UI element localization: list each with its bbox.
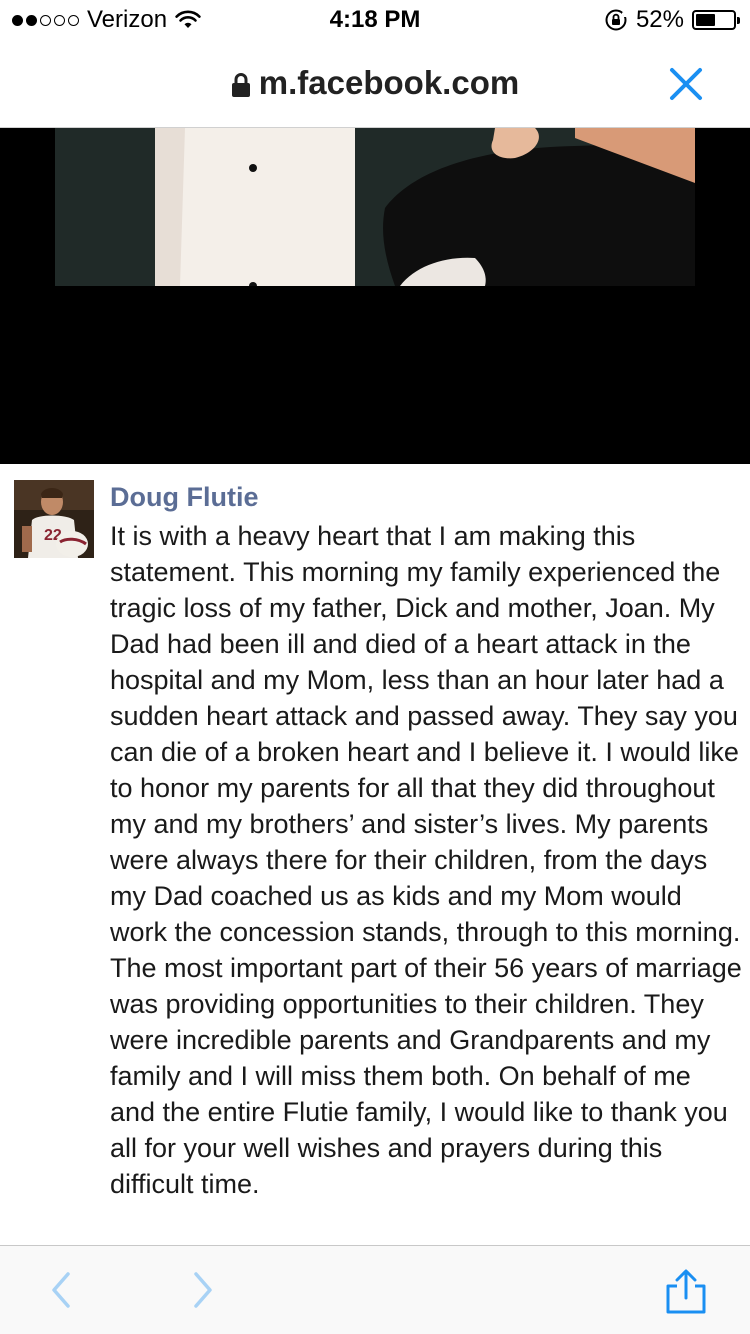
post-author-name[interactable]: Doug Flutie	[110, 482, 258, 513]
url-text: m.facebook.com	[258, 64, 520, 101]
avatar[interactable]: 22	[14, 480, 94, 558]
facebook-post: 22 Doug Flutie It is with a heavy heart …	[0, 464, 750, 1245]
browser-url-bar: m.facebook.com	[0, 40, 750, 128]
browser-toolbar	[0, 1245, 750, 1334]
status-right: 52%	[604, 6, 740, 34]
post-photo[interactable]	[55, 128, 695, 286]
rotation-lock-icon	[605, 9, 627, 31]
post-body-text: It is with a heavy heart that I am makin…	[110, 521, 742, 1199]
status-bar: Verizon 4:18 PM 52%	[0, 0, 750, 40]
lock-icon	[231, 73, 250, 97]
post-photo-viewer	[0, 128, 750, 464]
chevron-right-icon[interactable]	[188, 1270, 218, 1310]
battery-percentage: 52%	[635, 6, 684, 33]
close-icon[interactable]	[666, 64, 706, 104]
url-display[interactable]: m.facebook.com	[0, 64, 750, 102]
battery-level	[696, 14, 715, 26]
avatar-photo: 22	[14, 480, 94, 558]
battery-icon	[692, 10, 740, 30]
share-icon[interactable]	[664, 1268, 708, 1314]
battery-tip	[737, 17, 740, 24]
chevron-left-icon[interactable]	[46, 1270, 76, 1310]
